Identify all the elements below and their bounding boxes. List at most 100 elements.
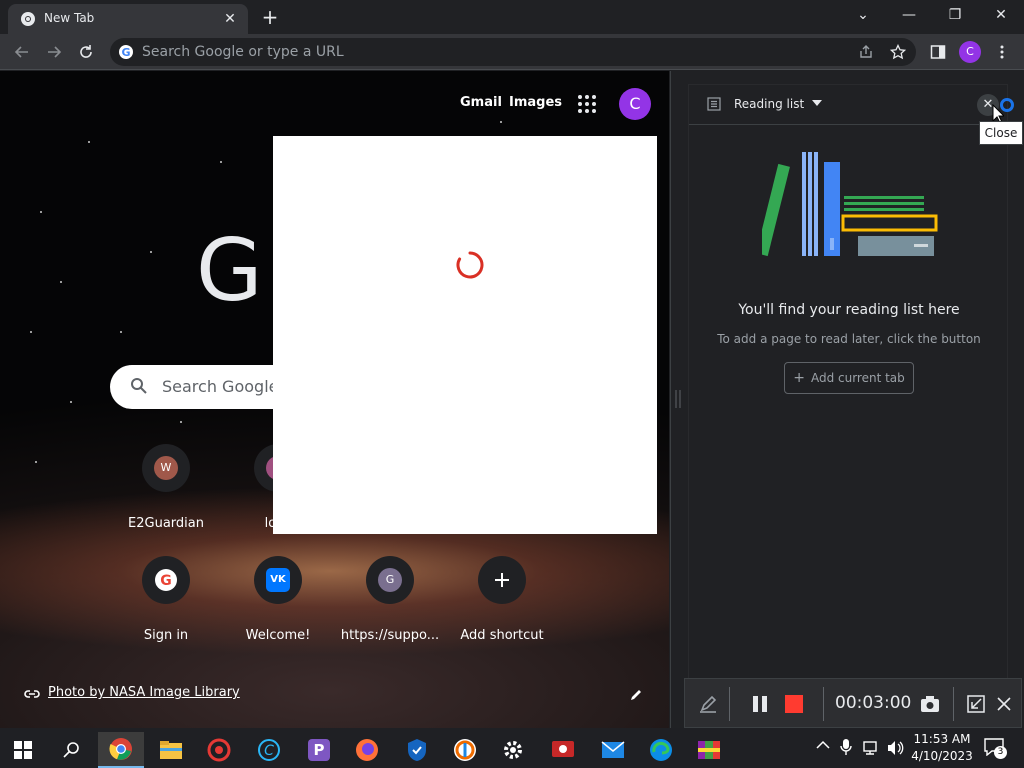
annotate-button[interactable] (695, 691, 721, 717)
more-vert-icon (1000, 45, 1004, 59)
shortcut-label: Welcome! (245, 628, 311, 643)
taskbar-chrome[interactable] (98, 732, 144, 768)
profile-button[interactable]: C (956, 38, 984, 66)
restore-button[interactable]: ❐ (932, 0, 978, 30)
back-button[interactable] (8, 38, 36, 66)
windows-logo-icon (14, 741, 32, 759)
browser-toolbar: G C (0, 34, 1024, 70)
taskbar-edge[interactable] (638, 732, 684, 768)
side-panel-header: Reading list ✕ (689, 85, 1009, 125)
start-button[interactable] (0, 732, 46, 768)
reading-list-panel: Reading list ✕ You'll find your reading … (688, 84, 1009, 680)
collapse-button[interactable] (963, 691, 989, 717)
add-current-tab-button[interactable]: + Add current tab (784, 362, 914, 394)
reading-list-empty-subtitle: To add a page to read later, click the b… (717, 332, 981, 346)
address-bar[interactable]: G (110, 38, 916, 66)
svg-text:C: C (264, 743, 274, 759)
window-close-button[interactable]: ✕ (978, 0, 1024, 30)
reload-button[interactable] (72, 38, 100, 66)
forward-arrow-icon (48, 46, 62, 58)
loading-popup (273, 136, 657, 534)
minimize-button[interactable]: — (886, 0, 932, 30)
gear-icon (504, 741, 522, 759)
ntp-profile-avatar[interactable]: C (619, 88, 651, 120)
side-panel-title[interactable]: Reading list (734, 97, 804, 111)
browser-shield-icon (454, 739, 476, 761)
shortcut-e2guardian[interactable]: W E2Guardian (110, 436, 222, 548)
shortcut-sign-in[interactable]: G Sign in (110, 548, 222, 660)
panel-resize-handle[interactable] (674, 390, 682, 408)
separator (823, 687, 824, 721)
taskbar-app-c[interactable]: C (246, 732, 292, 768)
taskbar-settings[interactable] (490, 732, 536, 768)
tab-close-icon[interactable]: ✕ (220, 9, 240, 29)
customize-pencil-icon[interactable] (628, 687, 644, 703)
share-icon[interactable] (858, 44, 874, 60)
tab-new-tab[interactable]: New Tab ✕ (8, 4, 248, 34)
network-icon[interactable] (862, 740, 880, 756)
chevron-down-icon[interactable] (812, 100, 822, 106)
title-bar: New Tab ✕ + ⌄ — ❐ ✕ (0, 0, 1024, 34)
taskbar-app-grid[interactable] (686, 732, 732, 768)
add-shortcut-button[interactable]: Add shortcut (446, 548, 558, 660)
side-panel-icon (930, 45, 946, 59)
plus-icon: + (793, 370, 805, 386)
taskbar-browser-app[interactable] (442, 732, 488, 768)
taskbar-recorder-app[interactable] (540, 732, 586, 768)
taskbar-mail[interactable] (590, 732, 636, 768)
menu-button[interactable] (988, 38, 1016, 66)
new-tab-button[interactable]: + (258, 5, 282, 29)
stop-icon (785, 695, 803, 713)
side-panel-button[interactable] (924, 38, 952, 66)
shield-icon (408, 739, 426, 761)
volume-icon[interactable] (886, 740, 904, 756)
taskbar-file-explorer[interactable] (148, 732, 194, 768)
stop-button[interactable] (781, 691, 807, 717)
red-gear-app-icon (207, 738, 231, 762)
close-tooltip: Close (979, 121, 1023, 145)
taskbar-firefox[interactable] (344, 732, 390, 768)
photo-credit-link[interactable]: Photo by NASA Image Library (48, 685, 240, 700)
taskbar-app-p[interactable]: P (296, 732, 342, 768)
svg-text:G: G (160, 573, 172, 589)
screen-recorder-icon (552, 741, 574, 757)
google-g-icon: G (155, 569, 177, 591)
pause-button[interactable] (747, 691, 773, 717)
p-app-icon: P (308, 739, 330, 761)
bookmark-star-icon[interactable] (890, 44, 906, 60)
chevron-up-icon[interactable] (816, 740, 830, 750)
forward-button[interactable] (40, 38, 68, 66)
clock-time: 11:53 AM (913, 732, 971, 746)
tab-title: New Tab (44, 11, 95, 25)
shortcut-support[interactable]: G https://suppo... (334, 548, 446, 660)
search-button[interactable] (48, 732, 94, 768)
shortcut-icon-circle: W (142, 444, 190, 492)
recording-timer: 00:03:00 (835, 693, 912, 713)
shortcut-welcome[interactable]: VK Welcome! (222, 548, 334, 660)
taskbar-app-red[interactable] (196, 732, 242, 768)
screenshot-button[interactable] (917, 691, 943, 717)
omnibox-input[interactable] (142, 42, 842, 62)
system-clock[interactable]: 11:53 AM 4/10/2023 (904, 731, 980, 765)
screen-recorder-toolbar: 00:03:00 (684, 678, 1022, 728)
link-icon (24, 690, 40, 698)
loading-spinner-icon (456, 251, 484, 279)
clock-date: 4/10/2023 (911, 749, 973, 763)
images-link[interactable]: Images (509, 95, 562, 110)
side-panel: Reading list ✕ You'll find your reading … (670, 71, 1024, 728)
vk-icon: VK (266, 568, 290, 592)
recorder-close-button[interactable] (991, 691, 1017, 717)
tab-search-icon[interactable]: ⌄ (840, 0, 886, 30)
microphone-icon[interactable] (840, 738, 852, 756)
gmail-link[interactable]: Gmail (460, 95, 502, 110)
taskbar-shield-app[interactable] (394, 732, 440, 768)
notification-center-button[interactable]: 3 (984, 738, 1007, 759)
shortcut-label: Sign in (143, 628, 189, 643)
apps-grid-icon[interactable] (576, 93, 598, 115)
firefox-icon (356, 739, 378, 761)
separator (953, 687, 954, 721)
google-g-icon: G (119, 45, 133, 59)
search-icon (63, 742, 79, 758)
reload-icon (80, 45, 92, 58)
pause-icon (753, 696, 767, 712)
